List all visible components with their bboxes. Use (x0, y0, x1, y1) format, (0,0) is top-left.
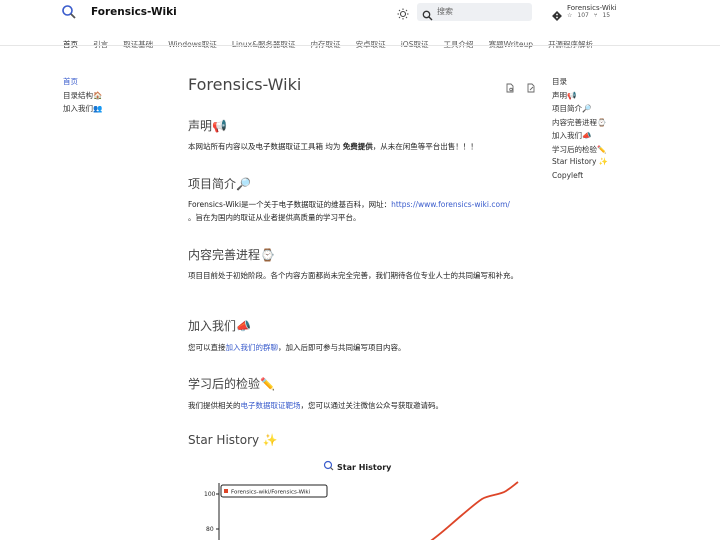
toc-item-declaration[interactable]: 声明📢 (552, 90, 608, 104)
repo-stats: ☆ 107 ⑂ 15 (567, 12, 615, 19)
header: Forensics-Wiki 搜索 Forensics-Wiki ☆ 107 ⑂ 15… (0, 0, 720, 50)
toc-item-copyleft[interactable]: Copyleft (552, 171, 608, 185)
search-input[interactable]: 搜索 (417, 3, 532, 21)
toc-heading: 目录 (552, 77, 567, 86)
y-label-80: 80 (206, 526, 214, 533)
range-link[interactable]: 电子数据取证靶场 (241, 401, 301, 410)
page-actions (505, 78, 542, 97)
chart-title-icon (323, 460, 334, 471)
site-link[interactable]: https://www.forensics-wiki.com/ (391, 200, 510, 209)
left-nav: 首页 目录结构🏠 加入我们👥 (63, 76, 102, 117)
intro-text-end: 。旨在为国内的取证从业者提供高质量的学习平台。 (188, 213, 361, 222)
check-paragraph: 我们提供相关的电子数据取证靶场，您可以通过关注微信公众号获取邀请码。 (188, 399, 528, 412)
search-icon (422, 6, 433, 21)
magnifier-logo-icon[interactable] (61, 4, 77, 20)
section-heading-check: 学习后的检验✏️ (188, 377, 275, 391)
section-heading-intro: 项目简介🔎 (188, 177, 251, 191)
join-text: 您可以直接 (188, 343, 226, 352)
declaration-paragraph: 本网站所有内容以及电子数据取证工具箱 均为 免费提供，从未在闲鱼等平台出售！！！ (188, 140, 528, 153)
section-heading-declaration: 声明📢 (188, 119, 227, 133)
intro-paragraph: Forensics-Wiki是一个关于电子数据取证的维基百科，网址：https:… (188, 198, 528, 224)
repo-link[interactable]: Forensics-Wiki (567, 4, 617, 12)
toc-item-check[interactable]: 学习后的检验✏️ (552, 144, 608, 158)
nav-tabs: 首页 引言 取证基础 Windows取证 Linux&服务器取证 内存取证 安卓… (63, 32, 603, 51)
left-nav-item-join[interactable]: 加入我们👥 (63, 103, 102, 117)
view-source-icon[interactable] (505, 78, 515, 93)
site-title[interactable]: Forensics-Wiki (91, 6, 177, 18)
chart-legend-label: Forensics-wiki/Forensics-Wiki (231, 490, 311, 496)
theme-toggle-icon[interactable] (397, 5, 409, 20)
toc-item-star-history[interactable]: Star History ✨ (552, 157, 608, 171)
check-text-end: ，您可以通过关注微信公众号获取邀请码。 (300, 401, 444, 410)
progress-paragraph: 项目目前处于初始阶段。各个内容方面都尚未完全完善，我们期待各位专业人士的共同编写… (188, 271, 518, 280)
declaration-text: 本网站所有内容以及电子数据取证工具箱 均为 (188, 142, 343, 151)
table-of-contents: 目录 声明📢 项目简介🔎 内容完善进程⌚ 加入我们📣 学习后的检验✏️ Star… (552, 76, 608, 184)
intro-text: Forensics-Wiki是一个关于电子数据取证的维基百科，网址： (188, 200, 392, 209)
toc-item-intro[interactable]: 项目简介🔎 (552, 103, 608, 117)
git-icon (552, 6, 562, 21)
join-paragraph: 您可以直接加入我们的群聊，加入后即可参与共同编写项目内容。 (188, 341, 528, 354)
edit-icon[interactable] (526, 78, 536, 93)
star-history-chart: Star History 100 80 Forensics-wiki/Foren… (200, 455, 530, 540)
chart-legend-swatch (224, 489, 228, 493)
join-text-end: ，加入后即可参与共同编写项目内容。 (278, 343, 406, 352)
section-heading-star-history: Star History ✨ (188, 433, 278, 447)
header-divider (0, 45, 720, 46)
y-label-100: 100 (204, 491, 216, 498)
chart-series-line (430, 481, 519, 540)
star-count: 107 (577, 12, 589, 19)
declaration-bold: 免费提供 (342, 142, 373, 151)
chart-title: Star History (337, 463, 392, 472)
section-heading-progress: 内容完善进程⌚ (188, 248, 275, 262)
left-nav-item-structure[interactable]: 目录结构🏠 (63, 90, 102, 104)
fork-count: 15 (602, 12, 611, 19)
toc-item-join[interactable]: 加入我们📣 (552, 130, 608, 144)
page-title: Forensics-Wiki (188, 75, 302, 94)
check-text: 我们提供相关的 (188, 401, 241, 410)
join-group-link[interactable]: 加入我们的群聊 (226, 343, 279, 352)
search-placeholder: 搜索 (437, 7, 453, 16)
section-heading-join: 加入我们📣 (188, 319, 251, 333)
fork-icon: ⑂ (593, 12, 598, 19)
star-icon: ☆ (567, 12, 573, 19)
left-nav-item-home[interactable]: 首页 (63, 76, 102, 90)
declaration-text-end: ，从未在闲鱼等平台出售！！！ (372, 142, 478, 151)
toc-item-progress[interactable]: 内容完善进程⌚ (552, 117, 608, 131)
